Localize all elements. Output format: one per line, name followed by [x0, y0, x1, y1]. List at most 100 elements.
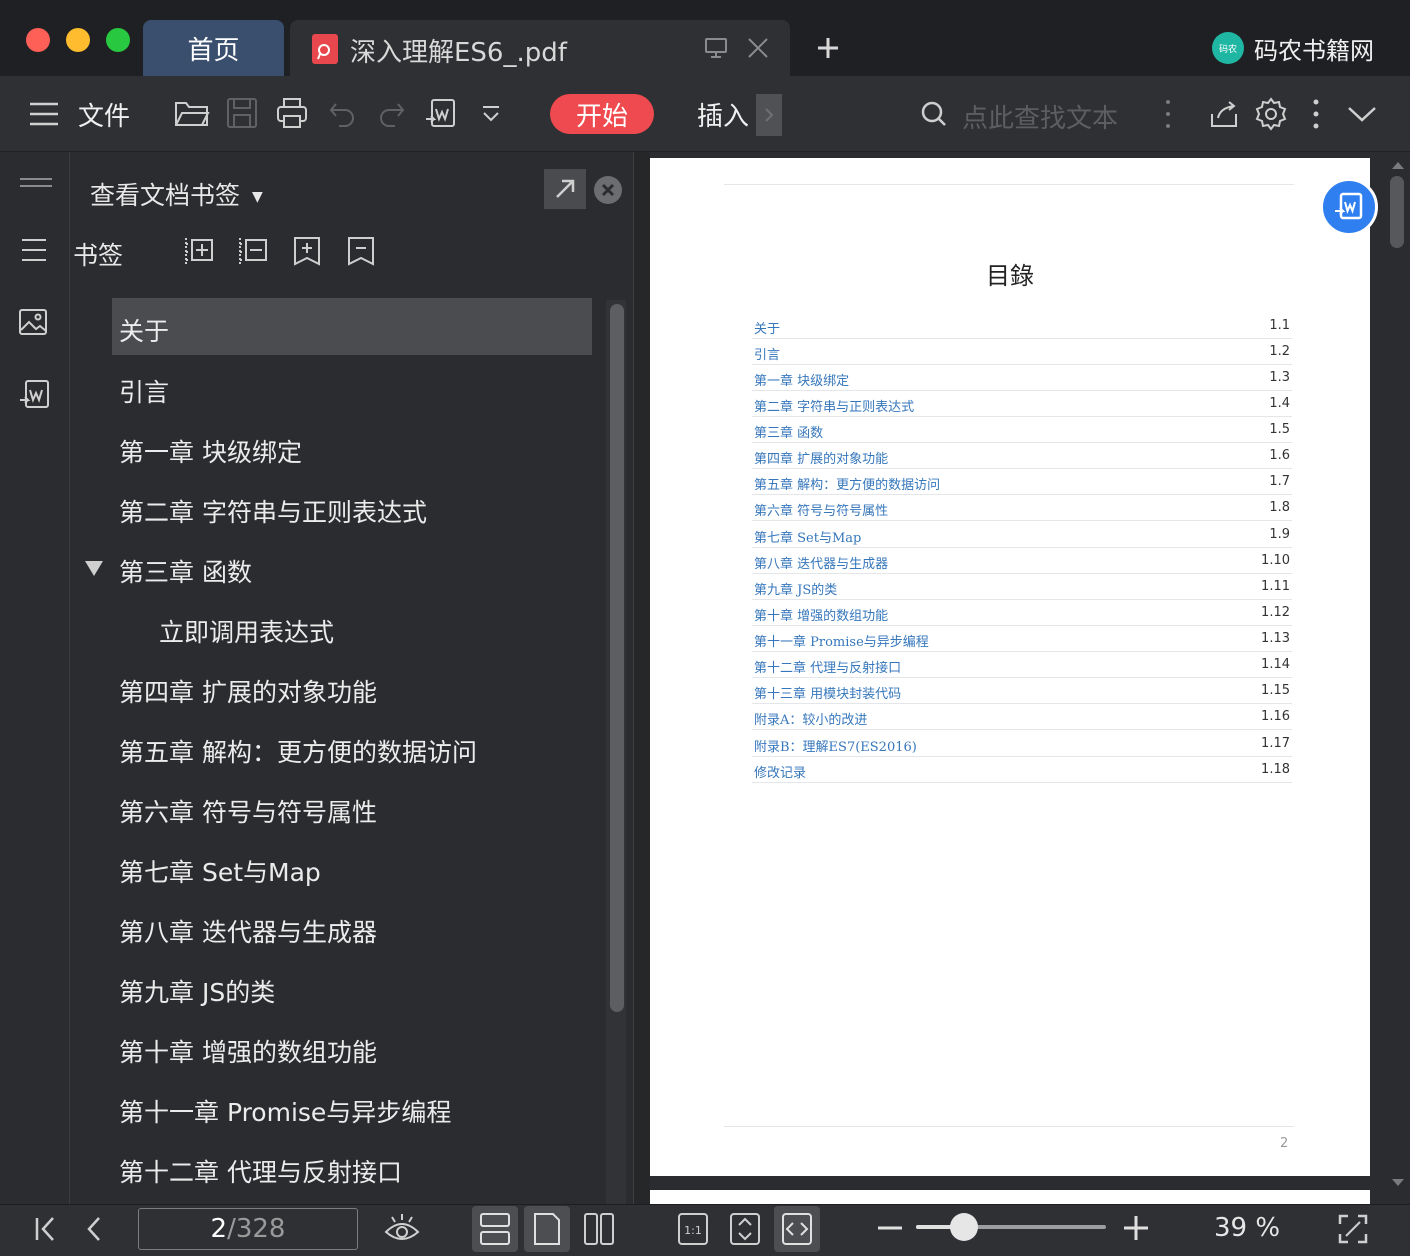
collapse-all-icon[interactable] [238, 236, 268, 266]
page-number-input[interactable]: 2/328 [138, 1208, 358, 1250]
toc-row[interactable]: 第三章 函数 1.5 [752, 417, 1292, 443]
toc-row[interactable]: 第七章 Set与Map 1.9 [752, 522, 1292, 548]
expand-all-icon[interactable] [184, 236, 214, 266]
toc-label[interactable]: 附录B：理解ES7(ES2016) [754, 736, 917, 755]
search-input[interactable]: 点此查找文本 [962, 98, 1118, 135]
toc-row[interactable]: 附录B：理解ES7(ES2016) 1.17 [752, 731, 1292, 757]
bookmark-item[interactable]: 第四章 扩展的对象功能 [119, 673, 377, 709]
bookmark-item[interactable]: 第三章 函数 [119, 553, 252, 589]
bookmark-item[interactable]: 第二章 字符串与正则表达式 [119, 493, 427, 529]
toc-label[interactable]: 第五章 解构：更方便的数据访问 [754, 474, 940, 493]
toc-label[interactable]: 第七章 Set与Map [754, 527, 861, 546]
toc-label[interactable]: 附录A：较小的改进 [754, 709, 867, 728]
continuous-scroll-icon[interactable] [472, 1206, 518, 1252]
toc-label[interactable]: 关于 [754, 318, 780, 337]
bookmark-item[interactable]: 第十一章 Promise与异步编程 [119, 1093, 451, 1129]
toc-label[interactable]: 第十二章 代理与反射接口 [754, 657, 901, 676]
single-page-icon[interactable] [524, 1206, 570, 1252]
start-tab-button[interactable]: 开始 [550, 94, 654, 134]
window-minimize-button[interactable] [66, 28, 90, 52]
toc-label[interactable]: 第十一章 Promise与异步编程 [754, 631, 929, 650]
bookmark-item[interactable]: 第九章 JS的类 [119, 973, 275, 1009]
toc-row[interactable]: 第十二章 代理与反射接口 1.14 [752, 652, 1292, 678]
thumbnail-image-icon[interactable] [18, 308, 48, 336]
toc-label[interactable]: 第一章 块级绑定 [754, 370, 849, 389]
add-bookmark-icon[interactable] [292, 236, 322, 266]
tab-home[interactable]: 首页 [143, 20, 284, 76]
scroll-down-arrow-icon[interactable] [1390, 1178, 1406, 1188]
window-close-button[interactable] [26, 28, 50, 52]
toc-row[interactable]: 第四章 扩展的对象功能 1.6 [752, 443, 1292, 469]
zoom-out-icon[interactable] [878, 1226, 902, 1230]
zoom-slider-knob[interactable] [949, 1213, 978, 1241]
toc-row[interactable]: 第一章 块级绑定 1.3 [752, 365, 1292, 391]
bookmark-item[interactable]: 第七章 Set与Map [119, 853, 321, 889]
toc-row[interactable]: 引言 1.2 [752, 339, 1292, 365]
more-tabs-chevron-icon[interactable] [756, 94, 782, 136]
file-menu[interactable]: 文件 [78, 96, 130, 133]
panel-handle-icon[interactable] [20, 176, 52, 190]
toc-row[interactable]: 修改记录 1.18 [752, 757, 1292, 783]
expand-triangle-icon[interactable] [84, 559, 104, 577]
toc-label[interactable]: 第三章 函数 [754, 422, 823, 441]
scroll-up-arrow-icon[interactable] [1390, 160, 1406, 170]
toc-label[interactable]: 第十三章 用模块封装代码 [754, 683, 901, 702]
outline-list-icon[interactable] [20, 236, 48, 264]
remove-bookmark-icon[interactable] [346, 236, 376, 266]
floating-convert-button[interactable] [1320, 178, 1378, 236]
insert-tab-button[interactable]: 插入 [697, 96, 749, 133]
search-icon[interactable] [920, 100, 948, 128]
actual-size-icon[interactable]: 1:1 [670, 1206, 716, 1252]
collapse-toolbar-chevron-icon[interactable] [1346, 104, 1378, 124]
window-zoom-button[interactable] [106, 28, 130, 52]
toc-label[interactable]: 第九章 JS的类 [754, 579, 837, 598]
more-options-icon[interactable] [1308, 98, 1324, 130]
toc-label[interactable]: 第十章 增强的数组功能 [754, 605, 888, 624]
toc-label[interactable]: 第八章 迭代器与生成器 [754, 553, 888, 572]
toc-row[interactable]: 第九章 JS的类 1.11 [752, 574, 1292, 600]
share-icon[interactable] [1208, 98, 1240, 130]
more-dropdown-icon[interactable] [480, 104, 502, 126]
toc-row[interactable]: 第二章 字符串与正则表达式 1.4 [752, 391, 1292, 417]
toc-row[interactable]: 第五章 解构：更方便的数据访问 1.7 [752, 469, 1292, 495]
toc-row[interactable]: 第十一章 Promise与异步编程 1.13 [752, 626, 1292, 652]
panel-title-dropdown[interactable]: 查看文档书签 ▼ [90, 176, 263, 212]
open-folder-icon[interactable] [174, 97, 210, 129]
toc-label[interactable]: 第六章 符号与符号属性 [754, 500, 888, 519]
two-page-icon[interactable] [576, 1206, 622, 1252]
toc-row[interactable]: 第十章 增强的数组功能 1.12 [752, 600, 1292, 626]
panel-splitter[interactable] [633, 152, 650, 1204]
toc-label[interactable]: 第四章 扩展的对象功能 [754, 448, 888, 467]
bookmark-item[interactable]: 引言 [119, 373, 169, 409]
new-tab-plus-icon[interactable] [816, 36, 840, 60]
bookmark-item[interactable]: 第十二章 代理与反射接口 [119, 1153, 402, 1189]
print-icon[interactable] [276, 97, 308, 129]
export-pdf-icon[interactable] [424, 97, 458, 131]
settings-gear-icon[interactable] [1254, 97, 1288, 131]
bookmark-item[interactable]: 第一章 块级绑定 [119, 433, 302, 469]
bookmark-item[interactable]: 第五章 解构：更方便的数据访问 [119, 733, 477, 769]
toc-label[interactable]: 第二章 字符串与正则表达式 [754, 396, 914, 415]
fit-page-icon[interactable] [722, 1206, 768, 1252]
document-scrollbar-track[interactable] [1388, 152, 1410, 1204]
toc-row[interactable]: 关于 1.1 [752, 313, 1292, 339]
tab-document[interactable]: 深入理解ES6_.pdf [290, 20, 790, 76]
close-panel-icon[interactable] [594, 176, 622, 204]
toc-row[interactable]: 附录A：较小的改进 1.16 [752, 704, 1292, 730]
more-vertical-icon[interactable] [1160, 98, 1176, 130]
bookmark-child-item[interactable]: 立即调用表达式 [159, 613, 334, 649]
desktop-icon[interactable] [704, 36, 728, 60]
bookmark-item[interactable]: 第十章 增强的数组功能 [119, 1033, 377, 1069]
annotation-sign-icon[interactable] [18, 378, 50, 412]
toc-label[interactable]: 修改记录 [754, 762, 806, 781]
zoom-in-icon[interactable] [1124, 1216, 1148, 1240]
toc-label[interactable]: 引言 [754, 344, 780, 363]
first-page-icon[interactable] [34, 1216, 58, 1242]
bookmark-scrollbar-thumb[interactable] [610, 304, 624, 1012]
toc-row[interactable]: 第六章 符号与符号属性 1.8 [752, 495, 1292, 521]
document-scrollbar-thumb[interactable] [1390, 176, 1404, 248]
hamburger-menu-icon[interactable] [28, 100, 60, 128]
toc-row[interactable]: 第十三章 用模块封装代码 1.15 [752, 678, 1292, 704]
bookmark-item[interactable]: 第六章 符号与符号属性 [119, 793, 377, 829]
previous-page-icon[interactable] [84, 1216, 104, 1242]
